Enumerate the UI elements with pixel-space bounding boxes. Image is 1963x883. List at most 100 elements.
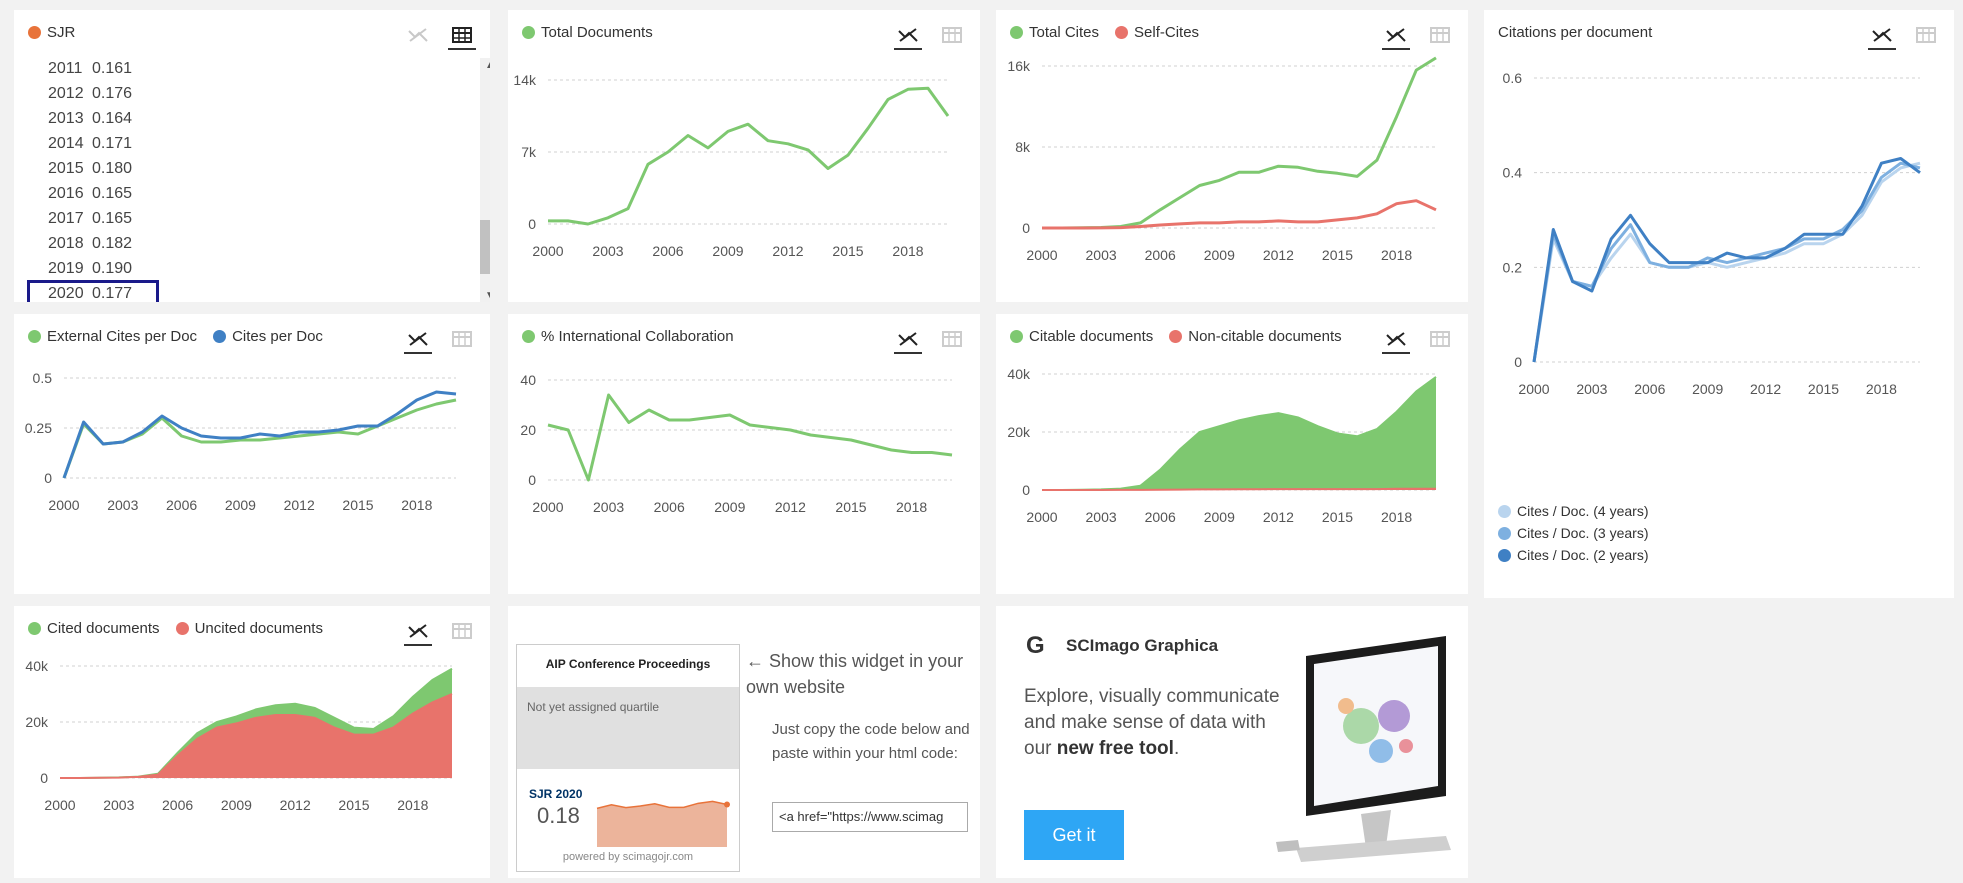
chart-icon — [408, 332, 428, 346]
table-icon — [1916, 27, 1936, 43]
chart-view-button[interactable] — [1868, 22, 1896, 50]
legend-item-total-cites[interactable]: Total Cites — [1010, 24, 1099, 41]
x-tick-label: 2003 — [592, 243, 623, 259]
legend-item-external-cites[interactable]: External Cites per Doc — [28, 328, 197, 345]
view-toggle — [404, 618, 476, 646]
y-tick-label: 8k — [1015, 139, 1031, 155]
table-icon — [452, 623, 472, 639]
legend-label: Cites / Doc. (2 years) — [1517, 547, 1649, 563]
table-cell-year: 2016 — [48, 184, 84, 202]
legend-label: Self-Cites — [1134, 24, 1200, 41]
x-tick-label: 2009 — [714, 499, 745, 515]
chart-view-button[interactable] — [1382, 326, 1410, 354]
card-citable-documents: 0 20k 40k 2000 2003 2006 2009 2012 2015 2018 Cita… — [996, 314, 1468, 594]
scroll-thumb[interactable] — [480, 220, 490, 274]
card-international-collaboration: 0 20 40 2000 2003 2006 2009 2012 2015 2018 % Inte… — [508, 314, 980, 594]
citable-documents-chart: 0 20k 40k 2000 2003 2006 2009 2012 2015 2018 — [1007, 366, 1437, 525]
legend-item-total-documents[interactable]: Total Documents — [522, 24, 653, 41]
legend-label: Non-citable documents — [1188, 328, 1342, 345]
table-row[interactable]: 2017 0.165 — [28, 206, 468, 231]
table-icon — [452, 27, 472, 43]
table-cell-year: 2012 — [48, 84, 84, 102]
external-cites-chart: 0 0.25 0.5 2000 2003 2006 2009 2012 2015 2018 — [25, 370, 457, 513]
series-area-citable-documents — [1042, 376, 1436, 490]
scroll-up-arrow[interactable]: ▲ — [480, 58, 490, 74]
table-cell-value: 0.182 — [92, 234, 133, 252]
series-line-international-collaboration — [547, 393, 953, 482]
legend-item-intl-collab[interactable]: % International Collaboration — [522, 328, 734, 345]
legend-item-citations-per-document: Citations per document — [1498, 24, 1652, 41]
x-tick-label: 2009 — [712, 243, 743, 259]
widget-quartile: Not yet assigned quartile — [517, 687, 739, 769]
legend-item-citable[interactable]: Citable documents — [1010, 328, 1153, 345]
table-view-button[interactable] — [1426, 22, 1454, 48]
legend-item-cites-doc-2y[interactable]: Cites / Doc. (2 years) — [1498, 544, 1648, 566]
x-tick-label: 2003 — [1086, 247, 1117, 263]
table-cell-value: 0.171 — [92, 134, 133, 152]
legend-item-non-citable[interactable]: Non-citable documents — [1169, 328, 1342, 345]
legend-item-cites-per-doc[interactable]: Cites per Doc — [213, 328, 323, 345]
table-row[interactable]: 2019 0.190 — [28, 256, 468, 281]
series-line-external-cites-per-doc — [62, 398, 457, 479]
legend: SJR — [28, 24, 75, 41]
x-tick-label: 2003 — [593, 499, 624, 515]
chart-icon — [1872, 28, 1892, 42]
table-view-button[interactable] — [448, 22, 476, 50]
table-row[interactable]: 2015 0.180 — [28, 156, 468, 181]
legend-item-cited[interactable]: Cited documents — [28, 620, 160, 637]
legend-item-cites-doc-3y[interactable]: Cites / Doc. (3 years) — [1498, 522, 1648, 544]
x-tick-label: 2000 — [532, 243, 563, 259]
widget-code-input[interactable]: <a href="https://www.scimag — [772, 802, 968, 832]
table-view-button[interactable] — [448, 618, 476, 644]
scroll-down-arrow[interactable]: ▼ — [480, 288, 490, 302]
table-row[interactable]: 2018 0.182 — [28, 231, 468, 256]
x-tick-label: 2006 — [1145, 247, 1176, 263]
legend-item-cites-doc-4y[interactable]: Cites / Doc. (4 years) — [1498, 500, 1648, 522]
legend-dot — [28, 622, 41, 635]
table-icon — [942, 27, 962, 43]
bottom-legend: Cites / Doc. (4 years) Cites / Doc. (3 y… — [1498, 500, 1648, 566]
chart-view-button[interactable] — [1382, 22, 1410, 50]
series-line-cites-doc-3-years — [1532, 161, 1921, 363]
table-view-button[interactable] — [1912, 22, 1940, 48]
table-row[interactable]: 2012 0.176 — [28, 81, 468, 106]
legend-item-sjr[interactable]: SJR — [28, 24, 75, 41]
legend: External Cites per Doc Cites per Doc — [28, 328, 323, 345]
table-row[interactable]: 2013 0.164 — [28, 106, 468, 131]
table-view-button[interactable] — [938, 326, 966, 352]
card-sjr: SJR 2011 0.161 2012 0.176 2013 0.164 2014 0.171… — [14, 10, 490, 302]
card-total-cites: 0 8k 16k 2000 2003 2006 2009 2012 2015 2018 Total… — [996, 10, 1468, 302]
table-view-button[interactable] — [938, 22, 966, 48]
table-row[interactable]: 2011 0.161 — [28, 56, 468, 81]
x-tick-label: 2009 — [1204, 509, 1235, 525]
legend-item-uncited[interactable]: Uncited documents — [175, 620, 323, 637]
view-toggle — [1382, 22, 1454, 50]
widget-preview[interactable]: AIP Conference Proceedings Not yet assig… — [516, 644, 740, 872]
table-cell-year: 2011 — [48, 59, 83, 77]
legend-label: Total Cites — [1029, 24, 1100, 41]
chart-view-button[interactable] — [404, 326, 432, 354]
table-row[interactable]: 2014 0.171 — [28, 131, 468, 156]
chart-view-button[interactable] — [894, 326, 922, 354]
x-tick-label: 2012 — [775, 499, 806, 515]
legend-item-self-cites[interactable]: Self-Cites — [1115, 24, 1199, 41]
table-view-button[interactable] — [1426, 326, 1454, 352]
x-tick-label: 2000 — [1026, 509, 1057, 525]
x-tick-label: 2015 — [1808, 381, 1839, 397]
table-row[interactable]: 2020 0.177 — [27, 280, 159, 302]
chart-view-button[interactable] — [894, 22, 922, 50]
widget-arrow-text: ← Show this widget in your own website — [746, 651, 964, 697]
chart-view-button[interactable] — [404, 22, 432, 48]
table-row[interactable]: 2016 0.165 — [28, 181, 468, 206]
x-tick-label: 2018 — [896, 499, 927, 515]
y-tick-label: 0.25 — [25, 420, 52, 436]
x-tick-label: 2015 — [342, 497, 373, 513]
get-it-button[interactable]: Get it — [1024, 810, 1124, 860]
chart-view-button[interactable] — [404, 618, 432, 646]
legend-label: External Cites per Doc — [47, 328, 198, 345]
x-tick-label: 2000 — [1026, 247, 1057, 263]
table-icon — [942, 331, 962, 347]
table-view-button[interactable] — [448, 326, 476, 352]
scrollbar[interactable]: ▲ ▼ — [480, 58, 490, 302]
table-cell-year: 2018 — [48, 234, 84, 252]
